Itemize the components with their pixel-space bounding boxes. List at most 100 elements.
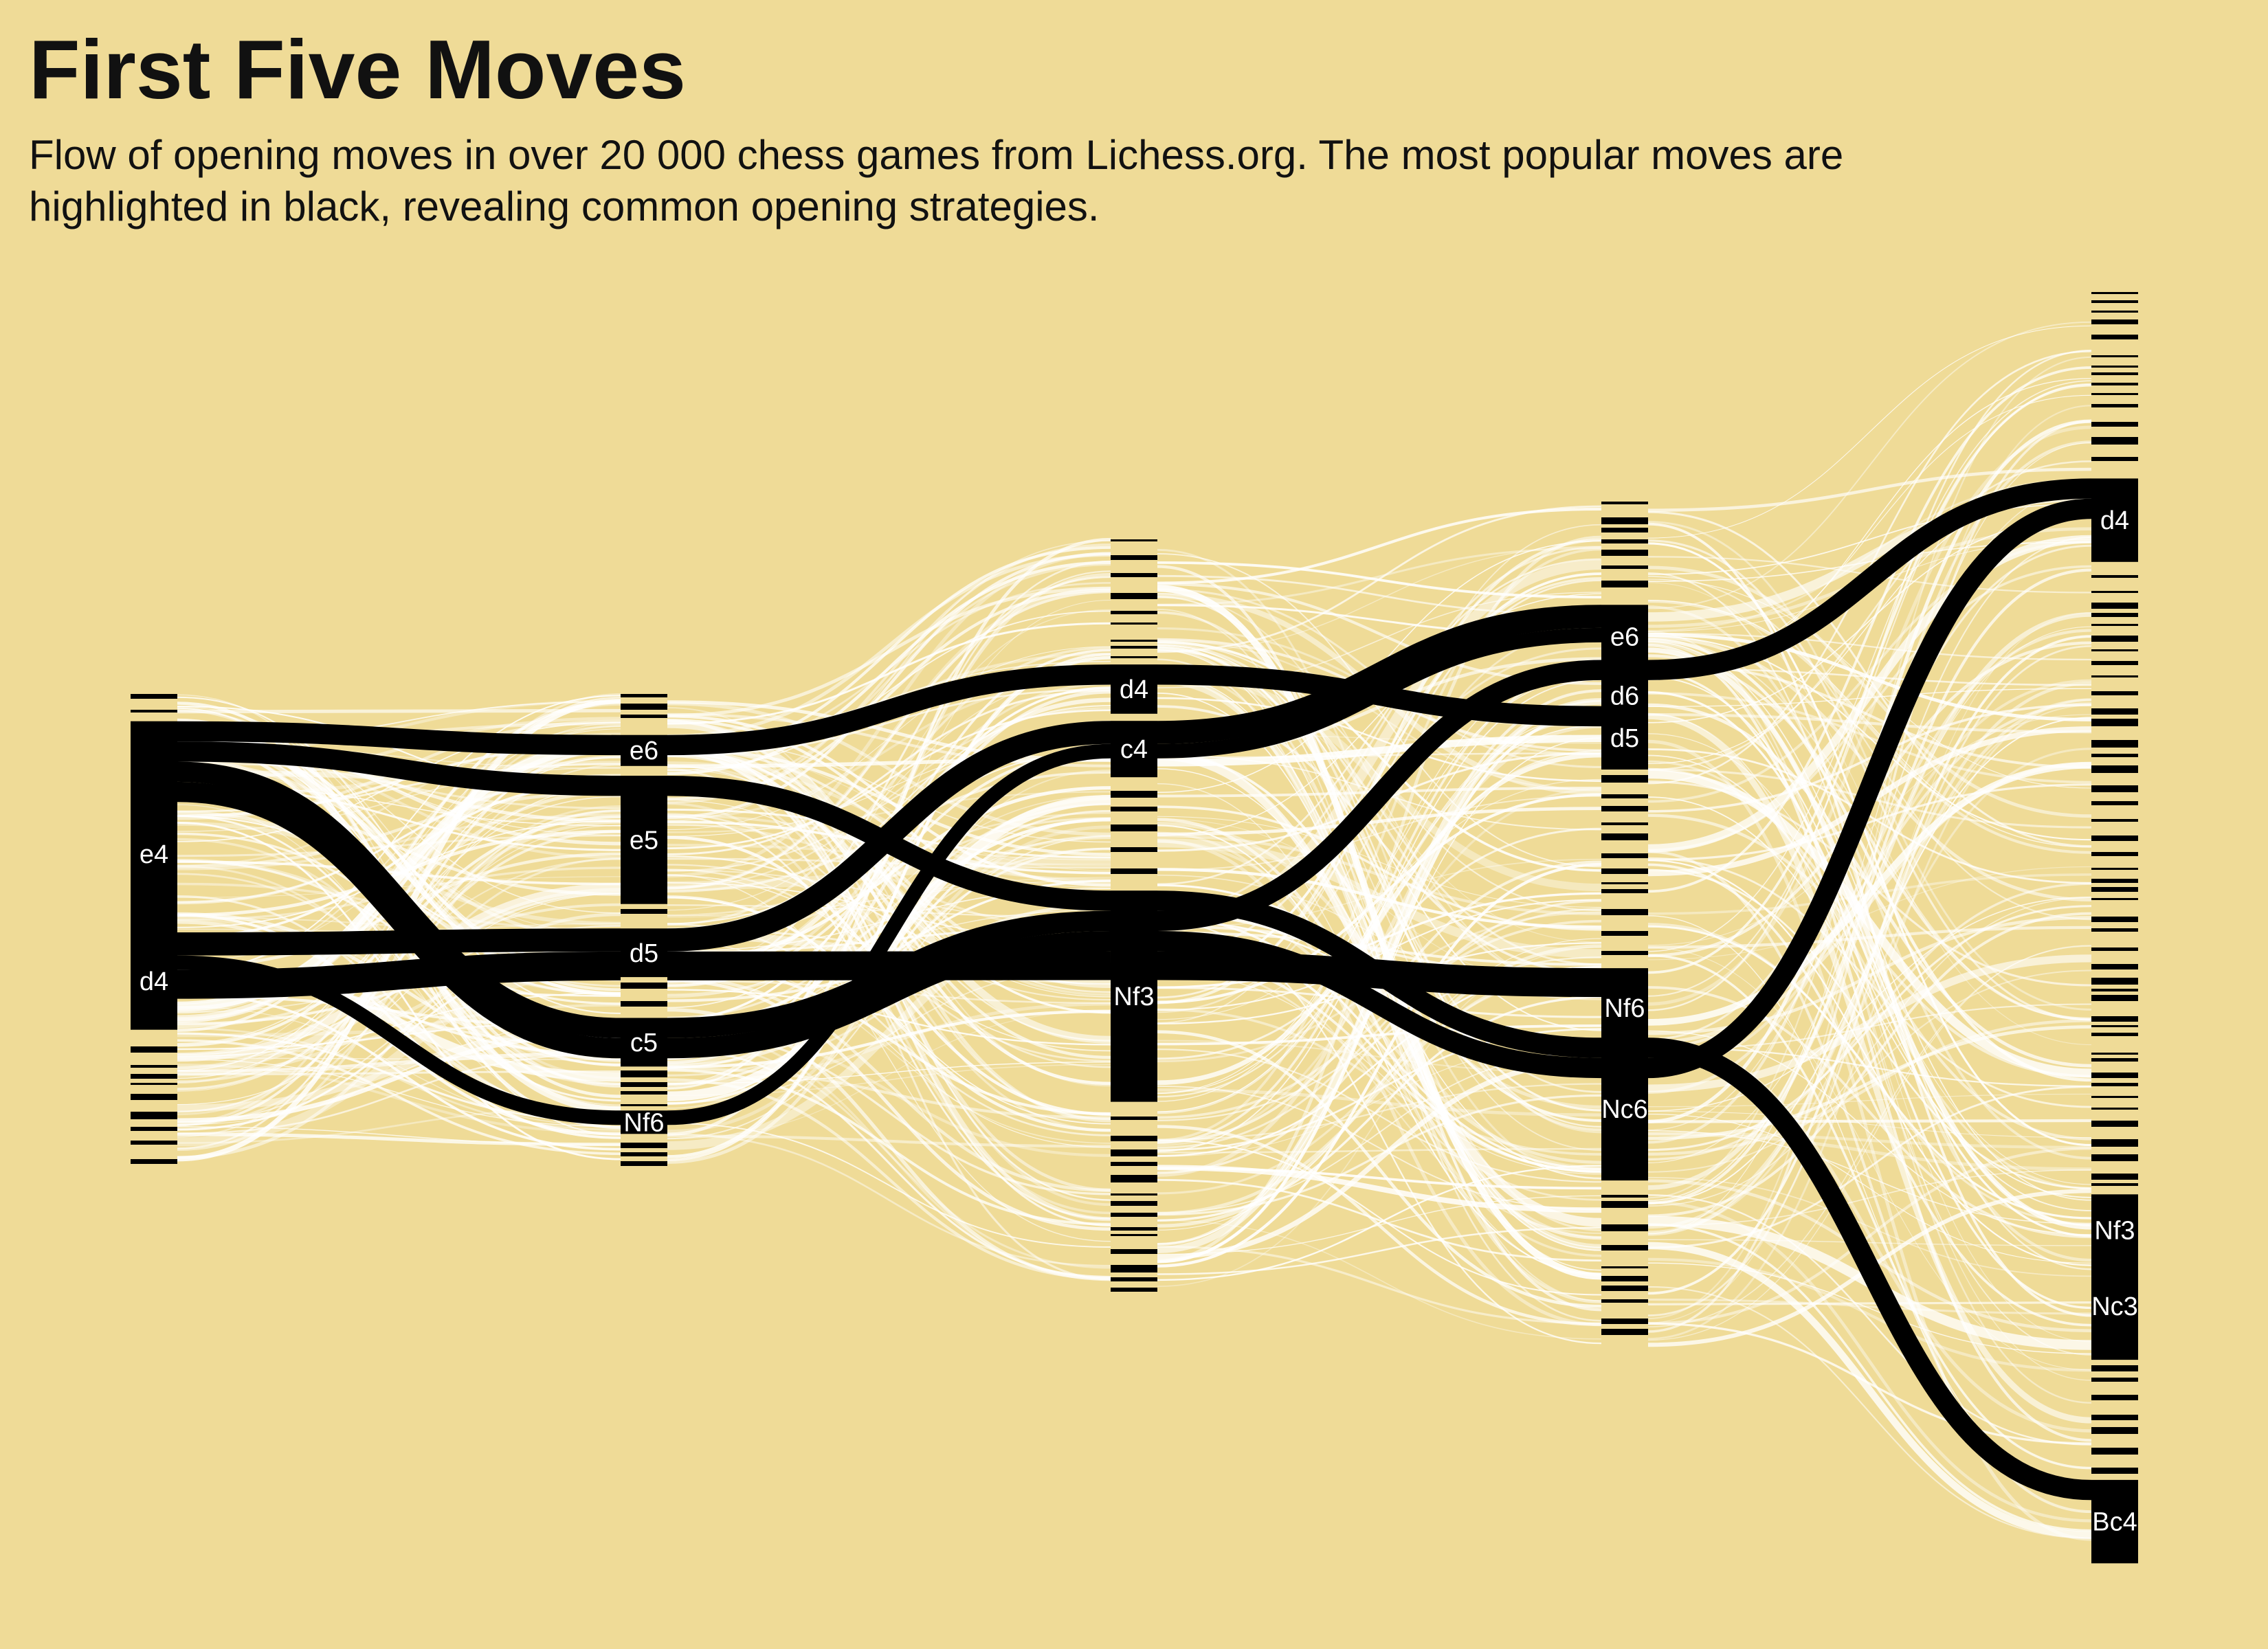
minor-node-bar <box>2091 740 2138 748</box>
node-label-nf3: Nf3 <box>2094 1216 2135 1245</box>
minor-node-bar <box>1601 1201 1648 1208</box>
minor-node-bar <box>131 1094 177 1100</box>
node-label-e6: e6 <box>1610 623 1639 652</box>
minor-node-bar <box>2091 1058 2138 1062</box>
minor-node-bar <box>2091 928 2138 932</box>
minor-node-bar <box>1111 1234 1157 1236</box>
minor-node-bar <box>2091 1073 2138 1078</box>
minor-node-bar <box>1601 951 1648 955</box>
node-label-d5: d5 <box>1610 724 1639 753</box>
minor-node-bar <box>2091 372 2138 375</box>
minor-node-bar <box>2091 917 2138 922</box>
minor-node-bar <box>621 1152 667 1156</box>
minor-node-bar <box>621 909 667 914</box>
minor-node-bar <box>2091 1121 2138 1127</box>
minor-node-bar <box>1601 833 1648 840</box>
minor-node-bar <box>2091 393 2138 395</box>
node-label-d4: d4 <box>2100 506 2129 535</box>
minor-node-bar <box>2091 1365 2138 1371</box>
chart-page: First Five Moves Flow of opening moves i… <box>0 0 2268 1649</box>
minor-flow <box>1647 1301 2092 1305</box>
minor-node-bar <box>1111 807 1157 811</box>
minor-node-bar <box>1111 611 1157 614</box>
minor-node-bar <box>1601 1195 1648 1198</box>
node-label-e5: e5 <box>630 826 658 855</box>
minor-node-bar <box>1111 573 1157 577</box>
minor-node-bar <box>2091 852 2138 856</box>
minor-node-bar <box>2091 898 2138 900</box>
minor-node-bar <box>1601 909 1648 915</box>
minor-flow <box>1157 507 1602 585</box>
minor-flow <box>1647 1119 2092 1123</box>
minor-node-bar <box>2091 1174 2138 1180</box>
minor-node-bar <box>2091 300 2138 303</box>
minor-node-bar <box>1601 1245 1648 1250</box>
minor-node-bar <box>2091 765 2138 773</box>
sankey-chart: e4 d4 e6 e5 d5 c5 Nf6 d4 c4 Nf3 e6 d6 d5 Nf6 Nc6 d4 Nf3 N… <box>131 292 2138 1564</box>
minor-node-bar <box>2091 964 2138 969</box>
minor-node-bar <box>2091 591 2138 593</box>
minor-node-bar <box>2091 366 2138 368</box>
minor-node-bar <box>1601 853 1648 858</box>
minor-node-bar <box>621 1091 667 1095</box>
minor-node-bar <box>1601 1266 1648 1268</box>
minor-node-bar <box>1601 1299 1648 1303</box>
minor-node-bar <box>131 710 177 713</box>
node-label-d4: d4 <box>140 967 168 996</box>
minor-node-bar <box>131 1065 177 1068</box>
minor-flow <box>177 708 621 714</box>
minor-node-bar <box>1111 1149 1157 1156</box>
minor-node-bar <box>2091 754 2138 757</box>
minor-node-bar <box>1601 539 1648 543</box>
minor-flow <box>667 1039 1111 1269</box>
minor-node-bar <box>2091 989 2138 991</box>
minor-node-bar <box>2091 785 2138 792</box>
minor-node-bar <box>2091 319 2138 324</box>
minor-node-bar <box>1601 1224 1648 1231</box>
minor-node-bar <box>2091 1033 2138 1036</box>
minor-node-bar <box>621 983 667 989</box>
minor-node-bar <box>1601 517 1648 524</box>
minor-node-bar <box>2091 868 2138 870</box>
minor-node-bar <box>131 1159 177 1164</box>
minor-node-bar <box>1111 1175 1157 1182</box>
minor-node-bar <box>2091 1108 2138 1110</box>
minor-node-bar <box>621 1161 667 1166</box>
minor-node-bar <box>1111 593 1157 599</box>
minor-node-bar <box>1111 555 1157 560</box>
minor-node-bar <box>2091 636 2138 642</box>
minor-node-bar <box>621 704 667 710</box>
minor-node-bar <box>1111 539 1157 541</box>
minor-node-bar <box>621 1082 667 1087</box>
minor-node-bar <box>1601 1319 1648 1324</box>
minor-node-bar <box>2091 1183 2138 1186</box>
minor-node-bar <box>2091 675 2138 677</box>
minor-node-bar <box>2091 879 2138 883</box>
minor-node-bar <box>2091 835 2138 841</box>
minor-node-bar <box>1111 1288 1157 1292</box>
minor-node-bar <box>2091 1415 2138 1420</box>
minor-node-bar <box>1601 565 1648 569</box>
minor-node-bar <box>1601 822 1648 825</box>
node-label-d6: d6 <box>1610 682 1639 710</box>
minor-node-bar <box>2091 819 2138 822</box>
minor-node-bar <box>1601 775 1648 783</box>
minor-node-bar <box>1601 882 1648 884</box>
minor-node-bar <box>2091 947 2138 951</box>
minor-node-bar <box>131 1127 177 1131</box>
minor-node-bar <box>131 1083 177 1085</box>
minor-node-bar <box>2091 1427 2138 1434</box>
minor-node-bar <box>2091 649 2138 651</box>
minor-node-bar <box>2091 661 2138 665</box>
minor-node-bar <box>2091 1139 2138 1147</box>
minor-node-bar <box>2091 603 2138 609</box>
minor-node-bar <box>2091 708 2138 715</box>
minor-node-bar <box>1601 889 1648 893</box>
minor-node-bar <box>1111 1136 1157 1141</box>
minor-node-bar <box>1601 1276 1648 1281</box>
minor-node-bar <box>131 694 177 699</box>
minor-node-bar <box>2091 292 2138 294</box>
minor-node-bar <box>2091 1096 2138 1098</box>
minor-node-bar <box>1111 1213 1157 1217</box>
node-label-nf3: Nf3 <box>1113 983 1154 1011</box>
